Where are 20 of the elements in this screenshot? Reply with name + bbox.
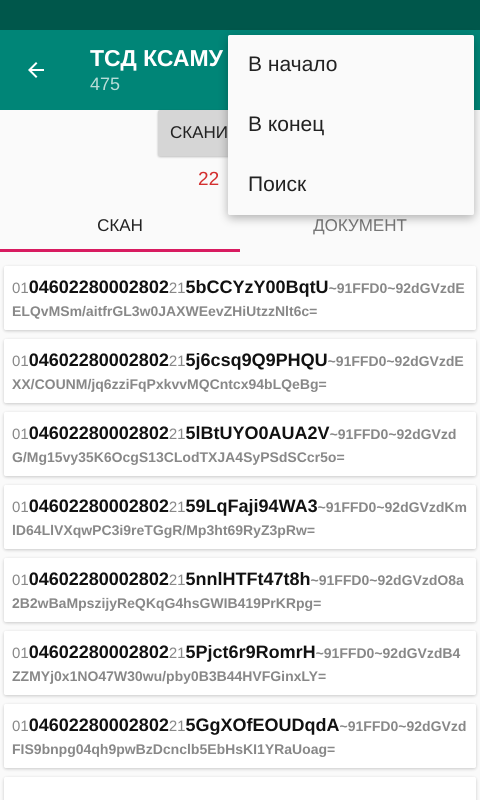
- scan-code: 0104602280002802215nnlHTFt47t8h~91FFD0~92dGVzdO8a2B2wBaMpszijyReQKqG4hsGWIB419PrKRpg=: [12, 568, 465, 613]
- scan-card[interactable]: 0104602280002802215j6csq9Q9PHQU~91FFD0~92dGVzdEXX/COUNM/jq6zziFqPxkvvMQCntcx94bLQeBg=: [4, 339, 476, 403]
- scan-code: 0104602280002802215GgXOfEOUDqdA~91FFD0~92dGVzdFIS9bnpg04qh9pwBzDcnclb5EbHsKI1YRaUoag=: [12, 714, 468, 759]
- scan-card[interactable]: 0104602280002802215GgXOfEOUDqdA~91FFD0~92dGVzdFIS9bnpg04qh9pwBzDcnclb5EbHsKI1YRaUoag=: [4, 704, 476, 768]
- screen-title: ТСД КСАМУ: [90, 44, 223, 72]
- scan-code: 0104602280002802215bCCYzY00BqtU~91FFD0~92dGVzdEELQvMSm/aitfrGL3w0JAXWEevZHiUtzzNlt6c=: [12, 276, 466, 321]
- menu-item[interactable]: В начало: [228, 35, 474, 95]
- menu-item[interactable]: В конец: [228, 95, 474, 155]
- scan-card[interactable]: 0104602280002802215lBtUYO0AUA2V~91FFD0~92dGVzdG/Mg15vy35K6OcgS13CLodTXJA4SyPSdSCcr5o=: [4, 412, 476, 476]
- scan-code: 0104602280002802215Pjct6r9RomrH~91FFD0~92dGVzdB4ZZMYj0x1NO47W30wu/pby0B3B44HVFGinxLY=: [12, 641, 462, 686]
- scan-card[interactable]: 01046022800028022159LqFaji94WA3~91FFD0~92dGVzdKmlD64LlVXqwPC3i9reTGgR/Mp3ht69RyZ3pRw=: [4, 485, 476, 549]
- scan-code: 0104602280002802215j6csq9Q9PHQU~91FFD0~92dGVzdEXX/COUNM/jq6zziFqPxkvvMQCntcx94bLQeBg=: [12, 349, 465, 394]
- scan-code: 0104602280002802215lBtUYO0AUA2V~91FFD0~92dGVzdG/Mg15vy35K6OcgS13CLodTXJA4SyPSdSCcr5o=: [12, 422, 458, 467]
- scan-counter: 22: [198, 169, 220, 191]
- scan-card[interactable]: 0104602280002802215Pjct6r9RomrH~91FFD0~92dGVzdB4ZZMYj0x1NO47W30wu/pby0B3B44HVFGinxLY=: [4, 631, 476, 695]
- scan-card[interactable]: 0104602280002802215bCCYzY00BqtU~91FFD0~92dGVzdEELQvMSm/aitfrGL3w0JAXWEevZHiUtzzNlt6c=: [4, 266, 476, 330]
- screen-subtitle: 475: [90, 73, 122, 96]
- scan-card[interactable]: 0104602280002802215nnlHTFt47t8h~91FFD0~92dGVzdO8a2B2wBaMpszijyReQKqG4hsGWIB419PrKRpg=: [4, 558, 476, 622]
- scan-button[interactable]: СКАНИ: [158, 110, 230, 156]
- scan-code: 01046022800028022159LqFaji94WA3~91FFD0~92dGVzdKmlD64LlVXqwPC3i9reTGgR/Mp3ht69RyZ3pRw=: [12, 495, 468, 540]
